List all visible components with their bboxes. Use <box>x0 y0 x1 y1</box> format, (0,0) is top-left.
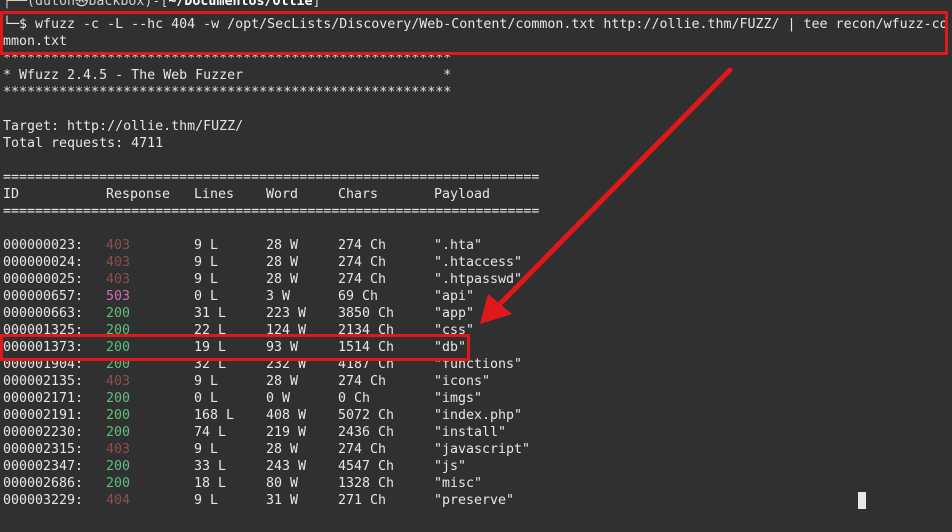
terminal-cursor <box>858 492 866 509</box>
annotation-arrow <box>480 67 733 324</box>
